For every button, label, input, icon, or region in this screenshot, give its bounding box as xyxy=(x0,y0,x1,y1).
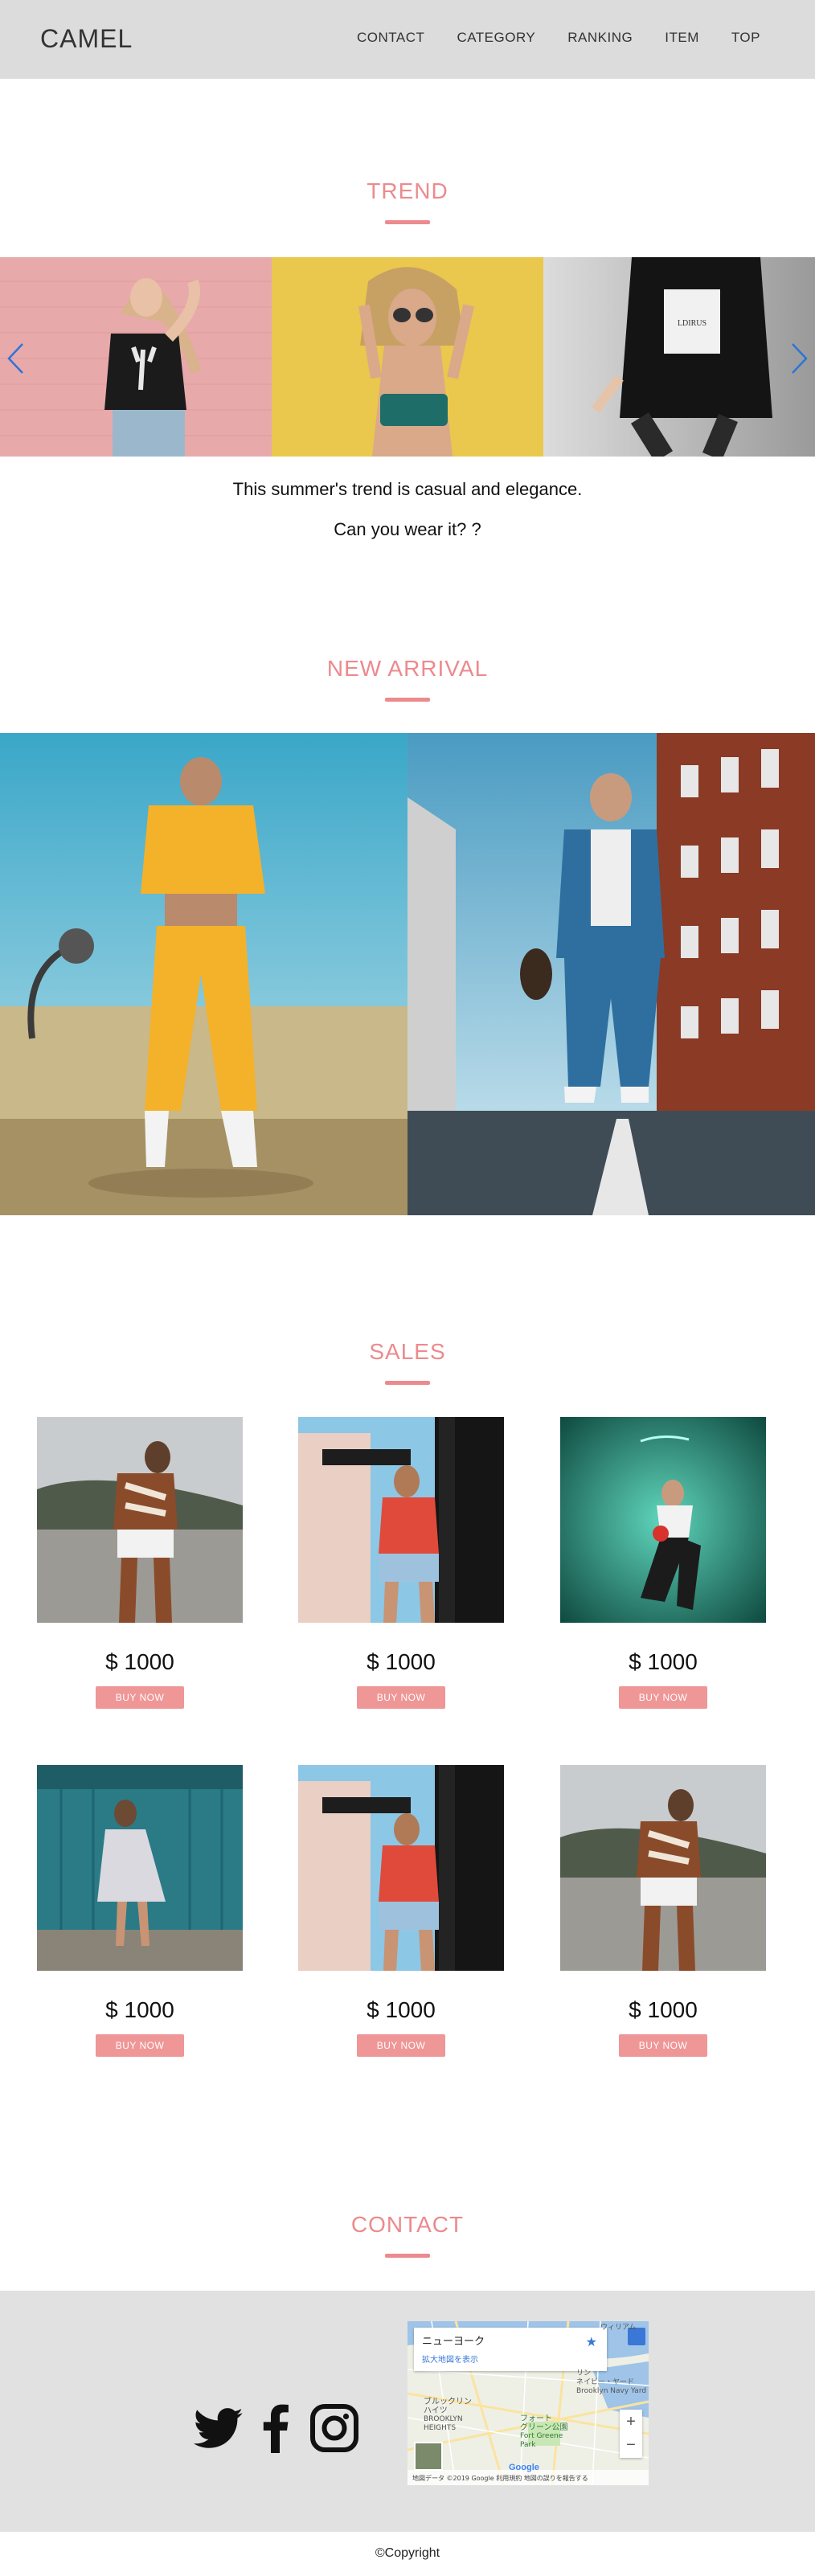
sales-item-1-image[interactable] xyxy=(37,1417,243,1623)
arrival-photo-1[interactable] xyxy=(0,733,408,1215)
sales-item-5-image[interactable] xyxy=(298,1765,504,1971)
map-enlarge-link[interactable]: 拡大地図を表示 xyxy=(422,2353,599,2365)
sales-item-4-buy-button[interactable]: BUY NOW xyxy=(96,2034,184,2057)
slider-prev-arrow-icon[interactable] xyxy=(6,342,24,375)
sales-item-4-image[interactable] xyxy=(37,1765,243,1971)
sales-item-2-price: $ 1000 xyxy=(367,1649,436,1674)
zoom-in-icon[interactable]: + xyxy=(620,2410,642,2434)
sales-item-1-buy-button[interactable]: BUY NOW xyxy=(96,1686,184,1709)
trend-underline xyxy=(385,220,430,224)
trend-caption-2: Can you wear it? ? xyxy=(334,519,481,539)
contact-underline xyxy=(385,2254,430,2258)
twitter-icon[interactable] xyxy=(193,2403,244,2453)
nav-contact[interactable]: CONTACT xyxy=(357,30,424,46)
map-zoom-control: + − xyxy=(620,2410,642,2458)
sales-underline xyxy=(385,1381,430,1385)
product-photo xyxy=(37,1417,243,1623)
trend-caption-1: This summer's trend is casual and elegan… xyxy=(232,479,583,499)
sales-item-6-image[interactable] xyxy=(560,1765,766,1971)
trend-photo-1 xyxy=(0,257,272,457)
nav-ranking[interactable]: RANKING xyxy=(567,30,633,46)
trend-slide-2[interactable] xyxy=(272,257,543,457)
sales-title: SALES xyxy=(369,1339,446,1364)
map-google-logo: Google xyxy=(509,2463,539,2472)
trend-slide-1[interactable] xyxy=(0,257,272,457)
product-photo xyxy=(560,1765,766,1971)
sales-item-3-price: $ 1000 xyxy=(629,1649,698,1674)
trend-slider: LDIRUS xyxy=(0,257,815,457)
product-photo xyxy=(560,1417,766,1623)
slider-next-arrow-icon[interactable] xyxy=(791,342,809,375)
nav-top[interactable]: TOP xyxy=(731,30,760,46)
sales-item-5-price: $ 1000 xyxy=(367,1997,436,2022)
sales-item-6-buy-button[interactable]: BUY NOW xyxy=(619,2034,707,2057)
trend-photo-2 xyxy=(272,257,543,457)
sales-item-3-image[interactable] xyxy=(560,1417,766,1623)
sales-item-1-price: $ 1000 xyxy=(105,1649,174,1674)
product-photo xyxy=(37,1765,243,1971)
sales-item-4-price: $ 1000 xyxy=(105,1997,174,2022)
site-header: CAMEL CONTACT CATEGORY RANKING ITEM TOP xyxy=(0,0,815,79)
contact-title: CONTACT xyxy=(350,2212,465,2237)
trend-title: TREND xyxy=(367,178,448,203)
map-footer-terms: 地図データ ©2019 Google 利用規約 地図の誤りを報告する xyxy=(412,2475,588,2482)
sales-item-5-buy-button[interactable]: BUY NOW xyxy=(357,2034,445,2057)
zoom-out-icon[interactable]: − xyxy=(620,2434,642,2458)
map-thumbnail[interactable] xyxy=(414,2442,443,2471)
new-arrival-title: NEW ARRIVAL xyxy=(326,656,489,681)
svg-text:LDIRUS: LDIRUS xyxy=(678,319,706,328)
trend-photo-3: LDIRUS xyxy=(543,257,815,457)
sales-item-2-buy-button[interactable]: BUY NOW xyxy=(357,1686,445,1709)
trend-slide-3[interactable]: LDIRUS xyxy=(543,257,815,457)
instagram-icon[interactable] xyxy=(309,2403,360,2453)
arrival-image-woman-yellow xyxy=(0,733,408,1215)
facebook-icon[interactable] xyxy=(251,2403,302,2453)
map-save-star-icon[interactable]: ★ xyxy=(586,2334,597,2350)
map-label-navy-yard: リン ネイビー・ヤード Brooklyn Navy Yard xyxy=(576,2369,647,2395)
nav-category[interactable]: CATEGORY xyxy=(457,30,535,46)
product-photo xyxy=(298,1765,504,1971)
map-place-name: ニューヨーク xyxy=(422,2336,485,2348)
google-map[interactable]: ニューヨーク 拡大地図を表示 ★ ブルックリン ハイツ BROOKLYN HEI… xyxy=(408,2321,649,2485)
site-logo[interactable]: CAMEL xyxy=(40,24,133,54)
arrival-photo-2[interactable] xyxy=(408,733,815,1215)
map-info-card: ニューヨーク 拡大地図を表示 ★ xyxy=(414,2328,607,2371)
main-nav: CONTACT CATEGORY RANKING ITEM TOP xyxy=(325,30,760,46)
map-label-brooklyn: ブルックリン ハイツ BROOKLYN HEIGHTS xyxy=(424,2398,472,2432)
sales-item-2-image[interactable] xyxy=(298,1417,504,1623)
product-photo xyxy=(298,1417,504,1623)
arrival-image-man-blue-suit xyxy=(408,733,815,1215)
new-arrival-underline xyxy=(385,698,430,702)
nav-item[interactable]: ITEM xyxy=(665,30,699,46)
copyright: ©Copyright xyxy=(375,2546,440,2560)
sales-item-3-buy-button[interactable]: BUY NOW xyxy=(619,1686,707,1709)
map-label-top: ウィリアム xyxy=(600,2324,637,2332)
sales-item-6-price: $ 1000 xyxy=(629,1997,698,2022)
map-label-fort-greene: フォート グリーン公園 Fort Greene Park xyxy=(520,2414,568,2449)
